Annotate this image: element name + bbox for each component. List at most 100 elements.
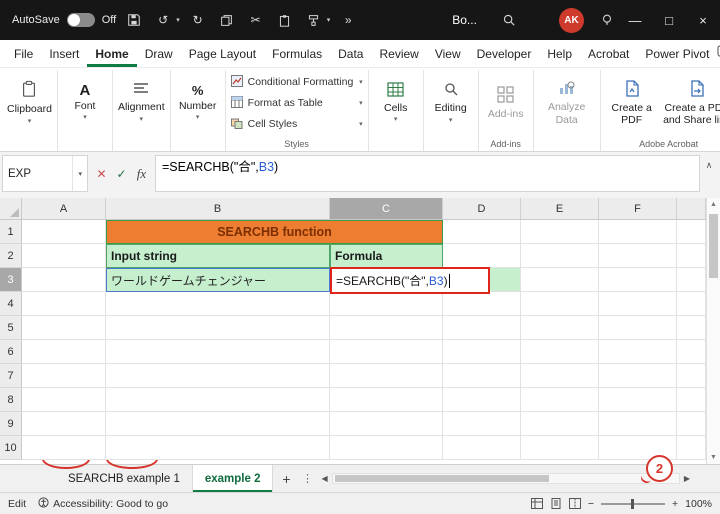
insert-function-button[interactable]: fx (132, 166, 151, 182)
cell[interactable] (106, 340, 330, 364)
create-pdf-share-button[interactable]: Create a PDF and Share link (662, 80, 720, 126)
analyze-data-button[interactable]: Analyze Data (539, 80, 595, 126)
cell[interactable] (106, 436, 330, 460)
cell[interactable] (599, 340, 677, 364)
format-as-table-button[interactable]: Format as Table ▾ (230, 95, 363, 112)
row-header-1[interactable]: 1 (0, 220, 22, 244)
vertical-scrollbar[interactable]: ▲ ▼ (706, 198, 720, 464)
cell[interactable] (22, 292, 106, 316)
cell[interactable] (599, 292, 677, 316)
cell[interactable] (22, 412, 106, 436)
row-header-7[interactable]: 7 (0, 364, 22, 388)
save-icon[interactable] (123, 9, 145, 31)
menu-file[interactable]: File (6, 40, 41, 67)
cancel-entry-button[interactable]: ✕ (92, 167, 111, 181)
row-header-4[interactable]: 4 (0, 292, 22, 316)
cell[interactable] (443, 316, 521, 340)
cell[interactable] (521, 292, 599, 316)
column-header-B[interactable]: B (106, 198, 330, 220)
cell[interactable] (521, 388, 599, 412)
cell[interactable] (443, 412, 521, 436)
menu-insert[interactable]: Insert (41, 40, 87, 67)
avatar[interactable]: AK (559, 7, 584, 33)
overflow-icon[interactable]: » (337, 9, 359, 31)
cell[interactable] (330, 388, 443, 412)
formula-input[interactable]: =SEARCHB("合",B3) (155, 155, 700, 192)
cell[interactable] (106, 388, 330, 412)
page-layout-view-icon[interactable] (550, 498, 562, 509)
cell[interactable] (106, 364, 330, 388)
number-button[interactable]: % Number ▾ (176, 83, 220, 122)
cell-B3-input-value[interactable]: ワールドゲームチェンジャー (106, 268, 330, 292)
cell[interactable] (330, 340, 443, 364)
column-header-E[interactable]: E (521, 198, 599, 220)
cell[interactable] (106, 412, 330, 436)
column-header-A[interactable]: A (22, 198, 106, 220)
menu-home[interactable]: Home (87, 40, 136, 67)
lightbulb-icon[interactable] (596, 9, 618, 31)
enter-entry-button[interactable]: ✓ (112, 167, 131, 181)
close-button[interactable]: × (686, 0, 720, 40)
menu-help[interactable]: Help (539, 40, 580, 67)
cell-A1[interactable] (22, 220, 106, 244)
name-box[interactable]: EXP ▾ (2, 155, 88, 192)
row-header-6[interactable]: 6 (0, 340, 22, 364)
cell[interactable] (22, 364, 106, 388)
menu-review[interactable]: Review (371, 40, 426, 67)
autosave-toggle[interactable] (66, 13, 95, 27)
menu-draw[interactable]: Draw (137, 40, 181, 67)
cell[interactable] (443, 292, 521, 316)
cell[interactable] (443, 244, 521, 268)
cell[interactable] (443, 220, 521, 244)
zoom-out-button[interactable]: − (588, 498, 594, 510)
scroll-left-icon[interactable]: ◀ (321, 474, 327, 483)
scroll-right-icon[interactable]: ▶ (684, 474, 690, 483)
cell[interactable] (599, 364, 677, 388)
copy-icon[interactable] (216, 9, 238, 31)
cell[interactable] (599, 388, 677, 412)
zoom-slider-thumb[interactable] (631, 498, 634, 509)
normal-view-icon[interactable] (530, 498, 543, 509)
cell[interactable] (521, 340, 599, 364)
row-header-9[interactable]: 9 (0, 412, 22, 436)
in-cell-formula-editor[interactable]: =SEARCHB("合", B3) (330, 267, 490, 294)
menu-acrobat[interactable]: Acrobat (580, 40, 637, 67)
cell[interactable] (521, 364, 599, 388)
font-button[interactable]: A Font ▾ (63, 83, 107, 122)
editing-button[interactable]: Editing ▾ (429, 81, 473, 124)
scroll-down-icon[interactable]: ▼ (710, 454, 717, 461)
cell[interactable] (22, 340, 106, 364)
cell[interactable] (106, 292, 330, 316)
paste-icon[interactable] (274, 9, 296, 31)
redo-icon[interactable]: ↻ (187, 9, 209, 31)
alignment-button[interactable]: Alignment ▾ (118, 82, 165, 123)
horizontal-scrollbar[interactable]: ◀ ▶ (321, 469, 690, 488)
row-header-10[interactable]: 10 (0, 436, 22, 460)
cell[interactable] (330, 292, 443, 316)
menu-formulas[interactable]: Formulas (264, 40, 330, 67)
cell[interactable] (330, 364, 443, 388)
format-painter-icon[interactable] (303, 9, 325, 31)
cell[interactable] (599, 220, 677, 244)
clipboard-button[interactable]: Clipboard ▾ (7, 80, 52, 125)
formula-bar-collapse-icon[interactable]: ∧ (700, 155, 718, 192)
search-icon[interactable] (498, 9, 520, 31)
zoom-in-button[interactable]: + (672, 498, 678, 510)
row-header-5[interactable]: 5 (0, 316, 22, 340)
menu-developer[interactable]: Developer (469, 40, 540, 67)
menu-power-pivot[interactable]: Power Pivot (637, 40, 717, 67)
cell[interactable] (22, 436, 106, 460)
conditional-formatting-button[interactable]: Conditional Formatting ▾ (230, 74, 363, 91)
cell-B2-input-header[interactable]: Input string (106, 244, 330, 268)
row-header-3[interactable]: 3 (0, 268, 22, 292)
cell[interactable] (22, 388, 106, 412)
cell[interactable] (443, 364, 521, 388)
chevron-down-icon[interactable]: ▾ (327, 16, 331, 24)
menu-view[interactable]: View (427, 40, 469, 67)
cell-C3-active[interactable]: =SEARCHB("合", B3) (330, 267, 490, 294)
tab-splitter-icon[interactable]: ⋮ (299, 465, 315, 492)
create-pdf-button[interactable]: Create a PDF (606, 80, 658, 126)
cells-button[interactable]: Cells ▾ (374, 82, 418, 124)
maximize-button[interactable]: □ (652, 0, 686, 40)
cell-styles-button[interactable]: Cell Styles ▾ (230, 116, 363, 133)
